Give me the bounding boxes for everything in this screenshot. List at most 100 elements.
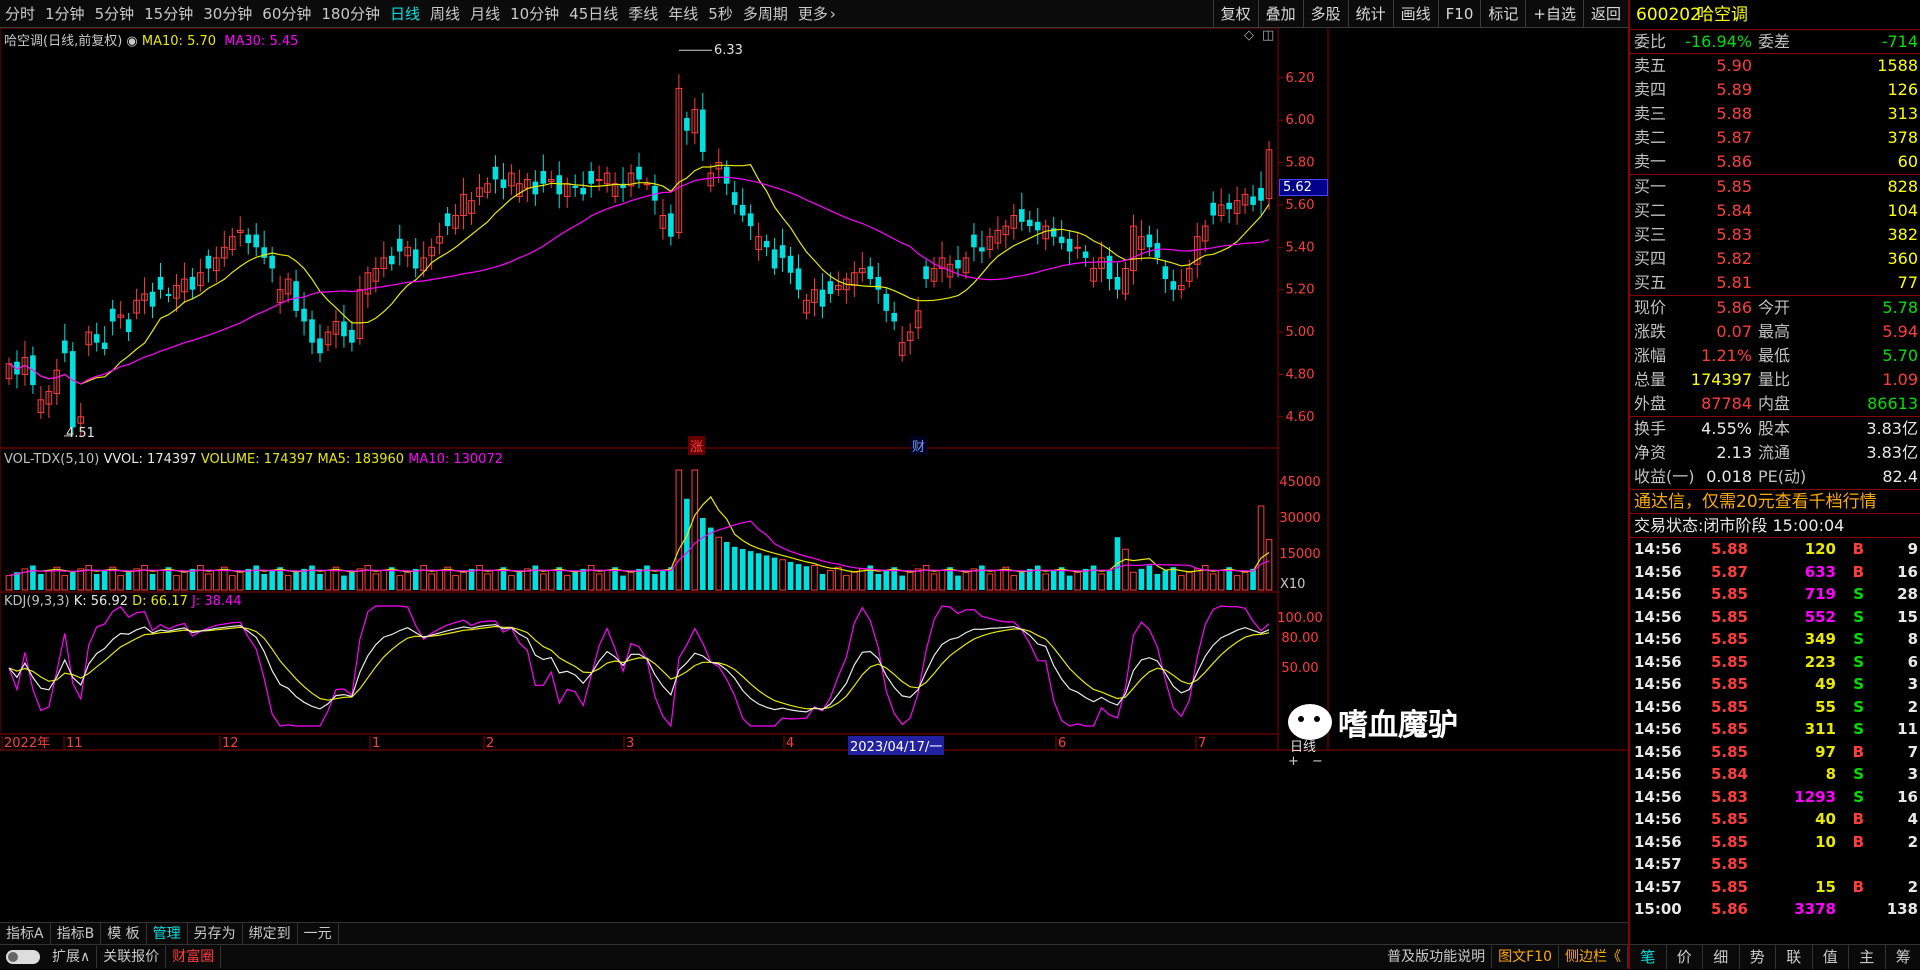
period-tab-9[interactable]: 月线 bbox=[465, 0, 505, 28]
volume-bar bbox=[413, 569, 419, 590]
quote2-value1: 0.018 bbox=[1706, 465, 1752, 489]
tick-time: 14:56 bbox=[1634, 831, 1682, 854]
tool-button-2[interactable]: 多股 bbox=[1303, 0, 1348, 28]
tool-button-6[interactable]: 标记 bbox=[1480, 0, 1525, 28]
bids-volume: 104 bbox=[1887, 199, 1918, 223]
period-tab-16[interactable]: 更多 bbox=[793, 0, 833, 28]
status-tab-2[interactable]: 财富圈 bbox=[166, 946, 221, 968]
bids-row[interactable]: 买二5.84104 bbox=[1630, 199, 1920, 223]
period-tab-0[interactable]: 分时 bbox=[0, 0, 40, 28]
candle-body bbox=[102, 343, 108, 349]
candle-body bbox=[269, 256, 275, 269]
asks-price: 5.90 bbox=[1716, 54, 1752, 78]
period-tab-15[interactable]: 多周期 bbox=[738, 0, 793, 28]
tool-button-5[interactable]: F10 bbox=[1438, 0, 1481, 28]
vvol-legend: VVOL: 174397 bbox=[104, 452, 197, 467]
indicator-tab-4[interactable]: 另存为 bbox=[188, 923, 243, 945]
bids-row[interactable]: 买一5.85828 bbox=[1630, 175, 1920, 199]
chart-area[interactable]: 6.206.005.805.605.405.205.004.804.604500… bbox=[0, 28, 1628, 934]
quote-value1: 1.21% bbox=[1701, 344, 1752, 368]
tick-volume: 97 bbox=[1815, 741, 1836, 764]
volume-bar bbox=[588, 566, 594, 590]
tick-count: 11 bbox=[1897, 718, 1918, 741]
bids-row[interactable]: 买三5.83382 bbox=[1630, 223, 1920, 247]
period-tab-6[interactable]: 180分钟 bbox=[316, 0, 385, 28]
status-link-1[interactable]: 图文F10 bbox=[1492, 946, 1559, 968]
tick-count: 6 bbox=[1908, 651, 1918, 674]
volume-bar bbox=[812, 566, 818, 590]
right-tab-6[interactable]: 主 bbox=[1849, 945, 1886, 969]
tick-side: S bbox=[1853, 696, 1864, 719]
asks-volume: 1588 bbox=[1877, 54, 1918, 78]
asks-row[interactable]: 卖四5.89126 bbox=[1630, 78, 1920, 102]
status-tab-0[interactable]: 扩展∧ bbox=[46, 946, 97, 968]
volume-bar bbox=[182, 572, 188, 590]
status-link-0[interactable]: 普及版功能说明 bbox=[1381, 946, 1492, 968]
asks-row[interactable]: 卖二5.87378 bbox=[1630, 126, 1920, 150]
bids-price: 5.84 bbox=[1716, 199, 1752, 223]
right-tab-5[interactable]: 值 bbox=[1813, 945, 1850, 969]
right-tab-0[interactable]: 笔 bbox=[1630, 945, 1667, 969]
asks-row[interactable]: 卖五5.901588 bbox=[1630, 54, 1920, 78]
indicator-tab-2[interactable]: 模 板 bbox=[101, 923, 146, 945]
tool-button-7[interactable]: +自选 bbox=[1525, 0, 1583, 28]
layout-icon[interactable]: ◫ bbox=[1262, 28, 1274, 43]
right-tab-4[interactable]: 联 bbox=[1776, 945, 1813, 969]
period-tab-4[interactable]: 30分钟 bbox=[198, 0, 257, 28]
watermark: 嗜血魔驴 bbox=[1288, 700, 1458, 744]
zoom-out-button[interactable]: − bbox=[1312, 754, 1323, 769]
period-tab-5[interactable]: 60分钟 bbox=[257, 0, 316, 28]
volume-bar bbox=[828, 571, 834, 590]
right-tab-3[interactable]: 势 bbox=[1740, 945, 1777, 969]
indicator-tab-6[interactable]: 一元 bbox=[298, 923, 339, 945]
period-tab-1[interactable]: 1分钟 bbox=[40, 0, 90, 28]
tick-count: 2 bbox=[1908, 696, 1918, 719]
candle-body bbox=[979, 247, 985, 251]
tick-time: 14:56 bbox=[1634, 583, 1682, 606]
indicator-tab-5[interactable]: 绑定到 bbox=[243, 923, 298, 945]
period-tab-8[interactable]: 周线 bbox=[425, 0, 465, 28]
tool-button-3[interactable]: 统计 bbox=[1348, 0, 1393, 28]
period-tab-14[interactable]: 5秒 bbox=[703, 0, 738, 28]
status-link-2[interactable]: 侧边栏《 bbox=[1559, 946, 1628, 968]
volume-bar bbox=[620, 576, 626, 590]
tick-side: S bbox=[1853, 583, 1864, 606]
status-tab-1[interactable]: 关联报价 bbox=[97, 946, 166, 968]
tool-button-4[interactable]: 画线 bbox=[1393, 0, 1438, 28]
toggle-switch[interactable] bbox=[6, 950, 40, 964]
diamond-icon[interactable]: ◇ bbox=[1244, 28, 1254, 43]
right-tab-7[interactable]: 筹 bbox=[1886, 945, 1920, 969]
asks-row[interactable]: 卖一5.8660 bbox=[1630, 150, 1920, 174]
volume-bar bbox=[1091, 566, 1097, 590]
right-tab-1[interactable]: 价 bbox=[1667, 945, 1704, 969]
volume-bar bbox=[325, 571, 331, 590]
indicator-tab-0[interactable]: 指标A bbox=[0, 923, 51, 945]
indicator-tab-1[interactable]: 指标B bbox=[51, 923, 102, 945]
volume-bar bbox=[684, 499, 690, 590]
promo-text[interactable]: 通达信，仅需20元查看千档行情 bbox=[1634, 490, 1877, 514]
period-tab-11[interactable]: 45日线 bbox=[564, 0, 623, 28]
right-tab-2[interactable]: 细 bbox=[1703, 945, 1740, 969]
period-tab-7[interactable]: 日线 bbox=[385, 0, 425, 28]
period-tab-2[interactable]: 5分钟 bbox=[90, 0, 140, 28]
bids-row[interactable]: 买五5.8177 bbox=[1630, 271, 1920, 295]
candle-body bbox=[636, 167, 642, 180]
period-tab-12[interactable]: 季线 bbox=[623, 0, 663, 28]
tool-button-0[interactable]: 复权 bbox=[1213, 0, 1258, 28]
period-tab-13[interactable]: 年线 bbox=[663, 0, 703, 28]
asks-row[interactable]: 卖三5.88313 bbox=[1630, 102, 1920, 126]
more-chevron-icon[interactable]: › bbox=[830, 0, 836, 28]
zoom-in-button[interactable]: + bbox=[1288, 754, 1299, 769]
bids-row[interactable]: 买四5.82360 bbox=[1630, 247, 1920, 271]
period-tab-3[interactable]: 15分钟 bbox=[139, 0, 198, 28]
volume-bar bbox=[365, 566, 371, 590]
volume-bar bbox=[301, 569, 307, 590]
bids-price: 5.83 bbox=[1716, 223, 1752, 247]
marker-zhang[interactable]: 涨 bbox=[688, 436, 705, 455]
tick-row: 14:565.87633B16 bbox=[1630, 561, 1920, 584]
tool-button-1[interactable]: 叠加 bbox=[1258, 0, 1303, 28]
indicator-tab-3[interactable]: 管理 bbox=[147, 923, 188, 945]
tool-button-8[interactable]: 返回 bbox=[1583, 0, 1628, 28]
marker-cai[interactable]: 财 bbox=[910, 436, 927, 455]
period-tab-10[interactable]: 10分钟 bbox=[505, 0, 564, 28]
